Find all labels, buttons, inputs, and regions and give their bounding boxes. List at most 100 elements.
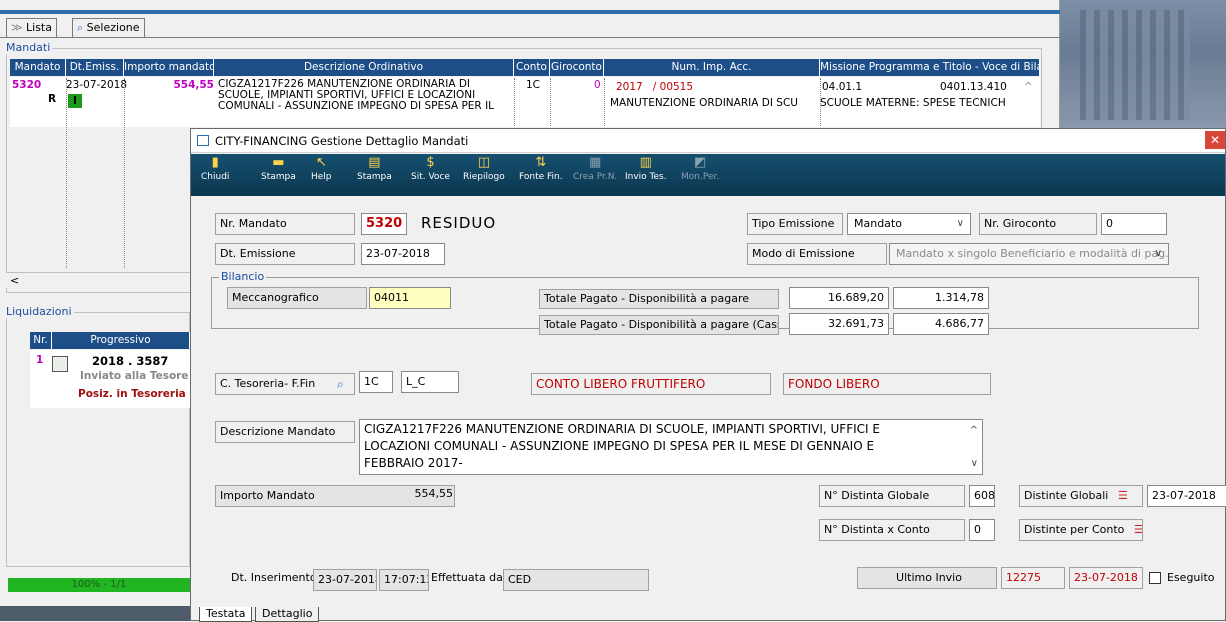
dt-emiss-value: 23-07-2018 <box>66 79 128 91</box>
dt-inserimento-time: 17:07:13 <box>379 569 429 591</box>
residuo-flag: R <box>48 93 57 105</box>
scroll-up-icon[interactable]: ^ <box>970 422 978 439</box>
modo-emissione-select[interactable]: Mandato x singolo Beneficiario e modalit… <box>889 243 1169 265</box>
table-row[interactable]: 5320 R 23-07-2018 I 554,55 CIGZA1217F226… <box>10 77 1040 127</box>
print-preview-icon: ▤ <box>368 155 381 170</box>
list-icon: ≫ <box>11 21 23 34</box>
column-separator <box>604 78 605 126</box>
toolbar-button-9[interactable]: ◩ Mon.Per. <box>681 155 720 183</box>
col-giroconto[interactable]: Giroconto <box>550 59 604 76</box>
distinta-conto-label: N° Distinta x Conto <box>819 519 965 541</box>
scroll-left-icon[interactable]: < <box>10 274 19 287</box>
toolbar-button-0[interactable]: ▮ Chiudi <box>201 156 230 183</box>
meccanografico-field[interactable]: 04011 <box>369 287 451 309</box>
toolbar-button-label: Invio Tes. <box>625 172 667 182</box>
background-building-image <box>1060 0 1226 130</box>
help-pointer-icon: ↖ <box>315 155 327 170</box>
meccanografico-label: Meccanografico <box>227 287 367 309</box>
toolbar-button-4[interactable]: $ Sit. Voce <box>411 156 450 183</box>
col-descrizione[interactable]: Descrizione Ordinativo <box>214 59 514 76</box>
column-separator <box>550 78 551 126</box>
col-missione[interactable]: Missione Programma e Titolo - Voce di Bi… <box>820 59 1040 76</box>
dettaglio-mandati-dialog: CITY-FINANCING Gestione Dettaglio Mandat… <box>190 128 1226 622</box>
col-progressivo[interactable]: Progressivo <box>52 332 190 349</box>
distinte-conto-button[interactable]: Distinte per Conto ☰ <box>1019 519 1143 541</box>
descrizione-cell: CIGZA1217F226 MANUTENZIONE ORDINARIA DI … <box>218 79 495 112</box>
liquidazioni-table-header: Nr. Progressivo <box>30 332 190 349</box>
toolbar-button-7[interactable]: ▦ Crea Pr.N. <box>573 155 617 183</box>
tab-strip-line <box>0 37 1060 38</box>
tab-testata[interactable]: Testata <box>199 607 253 622</box>
toolbar-button-label: Chiudi <box>201 172 230 182</box>
col-dt-emiss[interactable]: Dt.Emiss. <box>66 59 124 76</box>
toolbar-button-label: Stampa <box>261 172 296 182</box>
totale-pagato-field: 16.689,20 <box>789 287 889 309</box>
create-document-icon: ▦ <box>588 155 602 170</box>
liquidazioni-group-label: Liquidazioni <box>4 305 74 318</box>
dt-emissione-field[interactable]: 23-07-2018 <box>361 243 445 265</box>
missione-voce: 0401.13.410 <box>940 81 1007 93</box>
toolbar-button-label: Mon.Per. <box>681 172 720 182</box>
column-separator <box>820 78 821 126</box>
descrizione-textarea[interactable]: CIGZA1217F226 MANUTENZIONE ORDINARIA DI … <box>359 419 983 475</box>
eseguito-checkbox[interactable] <box>1149 572 1161 584</box>
giroconto-value: 0 <box>594 79 601 91</box>
tab-dettaglio[interactable]: Dettaglio <box>255 607 320 622</box>
scroll-up-icon[interactable]: ^ <box>1024 81 1033 93</box>
toolbar-button-8[interactable]: ▥ Invio Tes. <box>625 155 667 183</box>
list-item[interactable]: 1 2018 . 3587 Inviato alla Tesore Posiz.… <box>30 350 190 408</box>
ultimo-invio-label: Ultimo Invio <box>857 567 997 589</box>
col-importo[interactable]: Importo mandato <box>124 59 214 76</box>
tipo-emissione-label: Tipo Emissione <box>747 213 843 235</box>
send-treasury-icon: ▥ <box>639 155 652 170</box>
distinte-globali-button[interactable]: Distinte Globali ☰ <box>1019 485 1143 507</box>
ultimo-invio-num: 12275 <box>1001 567 1065 589</box>
ffin-code-field[interactable]: L_C <box>401 371 459 393</box>
funding-source-icon: ⇅ <box>535 155 547 170</box>
tesoreria-label: C. Tesoreria- F.Fin <box>215 373 355 395</box>
toolbar-button-6[interactable]: ⇅ Fonte Fin. <box>519 155 563 183</box>
nr-mandato-field[interactable]: 5320 <box>361 213 407 235</box>
nr-giroconto-field[interactable]: 0 <box>1101 213 1167 235</box>
disponibilita-cassa-field: 4.686,77 <box>893 313 989 335</box>
importo-value: 554,55 <box>414 487 454 500</box>
tesoreria-code-field[interactable]: 1C <box>359 371 393 393</box>
toolbar-button-3[interactable]: ▤ Stampa <box>357 155 392 183</box>
toolbar-button-label: Help <box>311 172 332 182</box>
tipo-emissione-select[interactable]: Mandato ∨ <box>847 213 971 235</box>
dt-inserimento-date: 23-07-2018 <box>313 569 377 591</box>
chevron-down-icon: ∨ <box>1154 248 1162 259</box>
totale-cassa-field: 32.691,73 <box>789 313 889 335</box>
monitor-icon: ◩ <box>693 155 707 170</box>
toolbar-button-5[interactable]: ◫ Riepilogo <box>463 156 505 183</box>
toolbar-button-1[interactable]: ▬ Stampa <box>261 155 296 183</box>
close-window-button[interactable]: ✕ <box>1205 131 1225 149</box>
col-nr[interactable]: Nr. <box>30 332 52 349</box>
dt-emissione-label: Dt. Emissione <box>215 243 355 265</box>
printer-icon: ▬ <box>272 155 285 170</box>
distinta-conto-field[interactable]: 0 <box>969 519 995 541</box>
residuo-label: RESIDUO <box>421 214 497 232</box>
descrizione-label: Descrizione Mandato <box>215 421 355 443</box>
totale-cassa-label: Totale Pagato - Disponibilità a pagare (… <box>539 315 779 335</box>
scroll-down-icon[interactable]: ∨ <box>971 455 978 472</box>
importo-value: 554,55 <box>173 79 214 91</box>
conto-desc: CONTO LIBERO FRUTTIFERO <box>531 373 771 395</box>
col-conto[interactable]: Conto <box>514 59 550 76</box>
window-icon <box>197 135 209 146</box>
horizontal-scrollbar[interactable]: < <box>6 272 190 288</box>
col-num-imp-acc[interactable]: Num. Imp. Acc. <box>604 59 820 76</box>
totale-pagato-label: Totale Pagato - Disponibilità a pagare <box>539 289 779 309</box>
tab-lista[interactable]: ≫ Lista <box>6 18 57 37</box>
column-separator <box>66 78 67 268</box>
search-icon[interactable]: ⌕ <box>337 377 351 391</box>
mandati-group-label: Mandati <box>4 41 53 54</box>
toolbar-button-2[interactable]: ↖ Help <box>311 155 332 183</box>
toolbar-button-label: Stampa <box>357 172 392 182</box>
distinta-globale-label: N° Distinta Globale <box>819 485 965 507</box>
tab-selezione[interactable]: ⌕ Selezione <box>72 18 145 37</box>
distinta-globale-field[interactable]: 608 <box>969 485 995 507</box>
fondo-desc: FONDO LIBERO <box>783 373 991 395</box>
effettuata-label: Effettuata da: <box>431 571 507 584</box>
col-mandato[interactable]: Mandato <box>10 59 66 76</box>
